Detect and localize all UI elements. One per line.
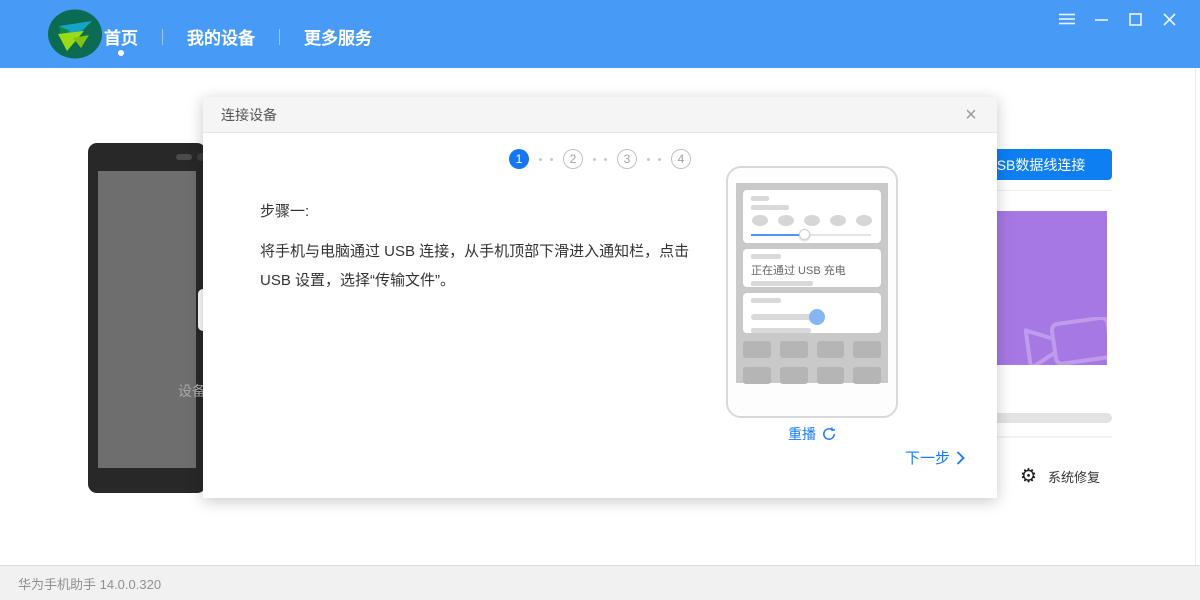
video-camera-icon bbox=[1020, 317, 1107, 365]
device-phone-graphic: 设备未连接 bbox=[88, 143, 206, 493]
step-2: 2 bbox=[563, 149, 583, 169]
next-step-button[interactable]: 下一步 bbox=[905, 447, 965, 468]
close-window-icon[interactable] bbox=[1152, 6, 1186, 32]
step-1: 1 bbox=[509, 149, 529, 169]
nav-more-services[interactable]: 更多服务 bbox=[304, 24, 372, 49]
step-title: 步骤一: bbox=[260, 200, 309, 221]
step-4: 4 bbox=[671, 149, 691, 169]
phone-speaker bbox=[176, 154, 192, 160]
next-step-label: 下一步 bbox=[905, 447, 950, 468]
nav-home-label: 首页 bbox=[104, 29, 138, 48]
menu-icon[interactable] bbox=[1050, 6, 1084, 32]
nav-separator bbox=[162, 29, 163, 45]
scrollbar-track[interactable] bbox=[1195, 68, 1196, 565]
tap-cursor-dot bbox=[809, 309, 825, 325]
nav-more-services-label: 更多服务 bbox=[304, 29, 372, 48]
system-repair-button[interactable]: ⚙ 系统修复 bbox=[1020, 466, 1100, 486]
minimize-icon[interactable] bbox=[1084, 6, 1118, 32]
replay-label: 重播 bbox=[788, 424, 816, 444]
notification-panel-card bbox=[743, 190, 881, 243]
maximize-icon[interactable] bbox=[1118, 6, 1152, 32]
statusbar: 华为手机助手 14.0.0.320 bbox=[0, 565, 1200, 600]
hisuite-window: 首页 我的设备 更多服务 bbox=[0, 0, 1200, 600]
active-tab-dot bbox=[118, 50, 124, 56]
usb-connect-button-label: USB数据线连接 bbox=[987, 155, 1086, 175]
titlebar: 首页 我的设备 更多服务 bbox=[0, 0, 1200, 68]
usb-charging-text: 正在通过 USB 充电 bbox=[751, 262, 873, 278]
step-3: 3 bbox=[617, 149, 637, 169]
nav-my-devices-label: 我的设备 bbox=[187, 29, 255, 48]
promo-banner[interactable] bbox=[980, 211, 1107, 365]
replay-icon bbox=[822, 427, 836, 441]
chevron-right-icon bbox=[956, 451, 965, 465]
phone-demo-screen: 正在通过 USB 充电 bbox=[736, 183, 888, 383]
phone-demo-illustration: 正在通过 USB 充电 bbox=[726, 166, 898, 418]
hisuite-logo-icon bbox=[46, 7, 104, 61]
divider bbox=[985, 190, 1112, 191]
brightness-slider bbox=[751, 234, 871, 236]
app-version-text: 华为手机助手 14.0.0.320 bbox=[18, 574, 161, 593]
divider bbox=[985, 436, 1112, 438]
dialog-title: 连接设备 bbox=[221, 105, 277, 125]
placeholder-bar bbox=[980, 413, 1112, 423]
system-repair-label: 系统修复 bbox=[1048, 467, 1100, 486]
usb-notification-card: 正在通过 USB 充电 bbox=[743, 249, 881, 287]
tap-option-card bbox=[743, 293, 881, 333]
phone-screen: 设备未连接 bbox=[98, 171, 196, 468]
nav-my-devices[interactable]: 我的设备 bbox=[187, 24, 255, 49]
nav-separator bbox=[279, 29, 280, 45]
nav-home[interactable]: 首页 bbox=[104, 24, 138, 49]
gear-icon: ⚙ bbox=[1020, 466, 1037, 486]
main-nav: 首页 我的设备 更多服务 bbox=[104, 24, 372, 49]
connect-device-dialog: 连接设备 × 1 2 3 4 步骤一: 将手机与电脑通过 USB 连接，从手机顶… bbox=[203, 97, 997, 498]
app-grid bbox=[743, 341, 881, 384]
replay-button[interactable]: 重播 bbox=[726, 424, 898, 444]
window-controls bbox=[1050, 6, 1186, 32]
step-instructions: 将手机与电脑通过 USB 连接，从手机顶部下滑进入通知栏，点击 USB 设置，选… bbox=[260, 237, 692, 295]
dialog-close-icon[interactable]: × bbox=[957, 101, 985, 129]
dialog-header: 连接设备 × bbox=[203, 97, 997, 133]
